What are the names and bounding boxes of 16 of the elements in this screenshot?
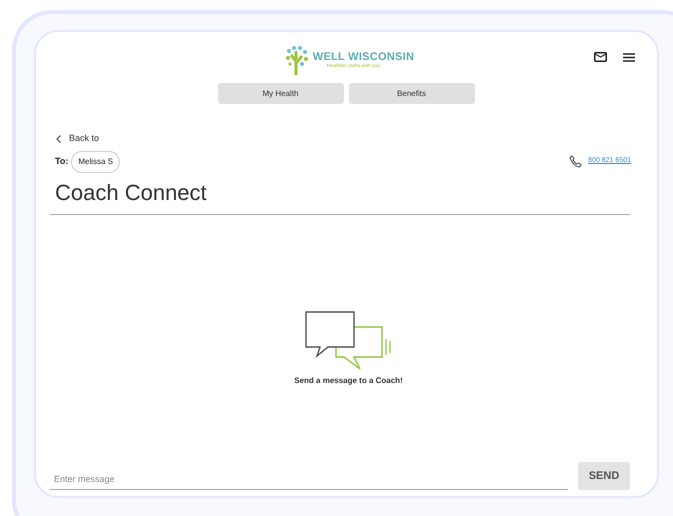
logo-title: WELL WISCONSIN [312, 52, 414, 62]
nav-tab[interactable]: Benefits [348, 83, 474, 104]
back-chevron-icon[interactable] [56, 134, 61, 143]
page-title: Coach Connect [54, 178, 208, 206]
menu-icon[interactable] [623, 52, 635, 62]
send-button[interactable]: SEND [578, 462, 630, 490]
empty-state-message: Send a message to a Coach! [294, 375, 403, 387]
back-link[interactable]: Back to [69, 132, 100, 146]
chat-bubbles-icon [304, 311, 394, 371]
recipient-chip[interactable]: Melissa S [71, 150, 120, 172]
message-input[interactable]: Enter message [50, 472, 568, 490]
phone-icon [569, 155, 582, 168]
mail-icon[interactable] [594, 52, 607, 62]
tree-icon [284, 45, 309, 75]
nav-tab[interactable]: My Health [218, 83, 344, 104]
to-label: To: [55, 154, 68, 168]
